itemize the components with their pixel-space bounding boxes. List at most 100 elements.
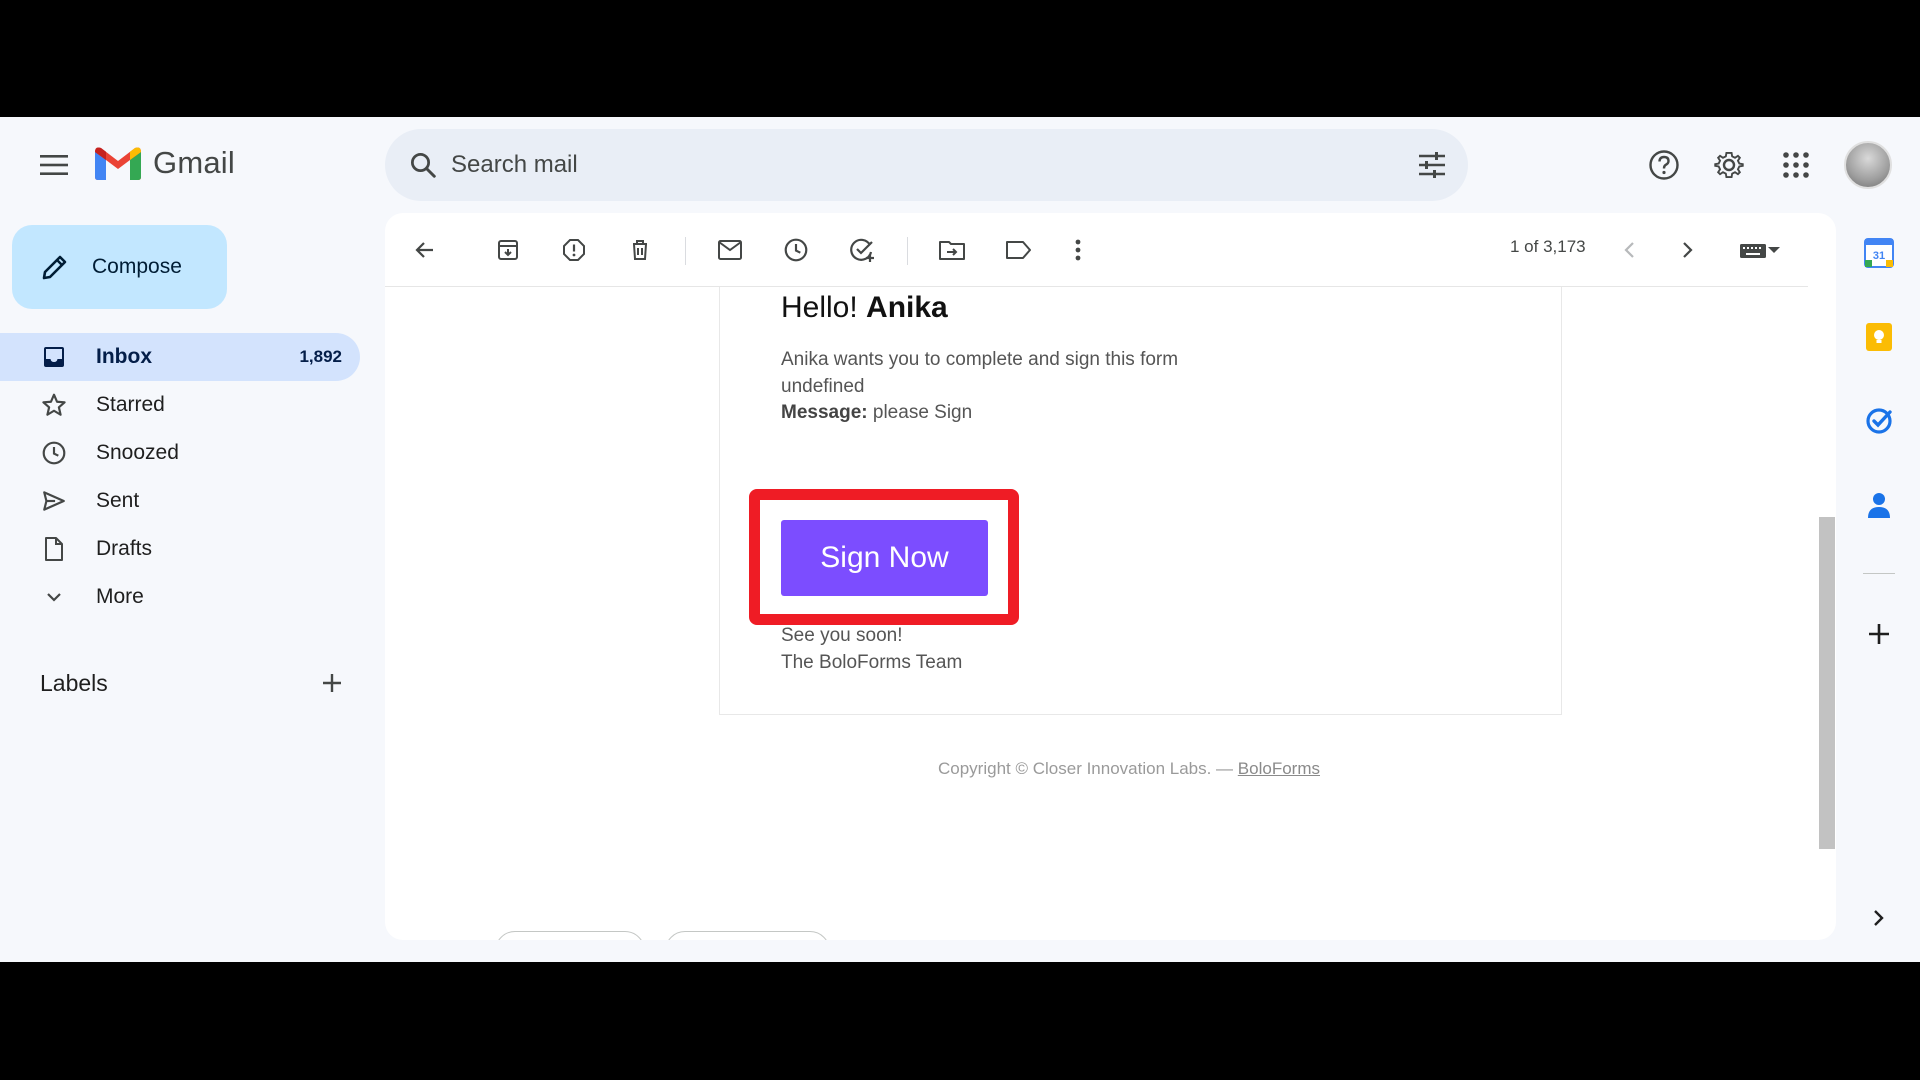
inbox-icon (40, 343, 68, 371)
delete-button[interactable] (618, 228, 662, 272)
google-apps-button[interactable] (1772, 141, 1820, 189)
contacts-icon (1868, 493, 1890, 518)
side-panel-divider (1863, 573, 1895, 574)
calendar-addon[interactable]: 31 (1859, 233, 1899, 273)
toolbar-divider (685, 237, 686, 265)
search-bar[interactable] (385, 129, 1468, 201)
forward-button[interactable] (665, 931, 830, 940)
envelope-icon (718, 240, 742, 260)
plus-icon (323, 674, 341, 692)
keep-addon[interactable] (1859, 317, 1899, 357)
gmail-wordmark: Gmail (153, 145, 235, 180)
add-task-icon (850, 238, 874, 262)
trash-icon (633, 240, 647, 260)
sidebar-item-sent[interactable]: Sent (0, 477, 360, 525)
sidebar-item-more[interactable]: More (0, 573, 360, 621)
gmail-m-icon (95, 147, 141, 180)
snooze-button[interactable] (774, 228, 818, 272)
create-label-button[interactable] (314, 665, 350, 701)
sidebar-nav: Inbox 1,892 Starred Snoozed Sent Drafts … (0, 333, 360, 621)
sidebar-item-inbox[interactable]: Inbox 1,892 (0, 333, 360, 381)
message-pane: 1 of 3,173 Hello! Anika Anika wants you … (385, 213, 1836, 940)
scrollbar-thumb[interactable] (1819, 517, 1835, 849)
label-icon (1006, 241, 1031, 259)
sidebar-item-label: Drafts (96, 537, 153, 560)
chevron-right-icon (1683, 242, 1693, 258)
caret-down-icon (1768, 247, 1780, 253)
spam-icon (563, 239, 585, 261)
search-icon[interactable] (405, 147, 441, 183)
search-options-icon[interactable] (1412, 145, 1452, 185)
sidebar-item-label: Starred (96, 393, 165, 416)
email-message: Message: please Sign (781, 402, 972, 424)
compose-button[interactable]: Compose (12, 225, 227, 309)
more-options-button[interactable] (1056, 228, 1100, 272)
hamburger-menu-icon (40, 155, 68, 175)
chevron-down-icon (40, 583, 68, 611)
labels-title: Labels (40, 669, 108, 696)
email-closing: See you soon! The BoloForms Team (781, 622, 962, 676)
copyright-text: Copyright © Closer Innovation Labs. — (938, 759, 1234, 778)
sidebar-item-label: Sent (96, 489, 140, 512)
labels-button[interactable] (996, 228, 1040, 272)
add-to-tasks-button[interactable] (840, 228, 884, 272)
account-avatar[interactable] (1844, 141, 1892, 189)
top-bar: Gmail (0, 117, 1920, 212)
older-button[interactable] (1666, 228, 1710, 272)
folder-move-icon (939, 241, 965, 260)
sidebar-item-label: Inbox (96, 345, 152, 368)
move-to-button[interactable] (930, 228, 974, 272)
labels-section-header: Labels (40, 665, 350, 701)
closing-line-1: See you soon! (781, 625, 903, 646)
svg-text:31: 31 (1873, 250, 1885, 262)
sign-now-button[interactable]: Sign Now (781, 520, 988, 596)
boloforms-link[interactable]: BoloForms (1238, 759, 1320, 778)
newer-button[interactable] (1607, 228, 1651, 272)
apps-grid-icon (1783, 152, 1809, 178)
email-intro: Anika wants you to complete and sign thi… (781, 349, 1179, 397)
back-button[interactable] (403, 228, 447, 272)
keyboard-icon (1740, 244, 1766, 258)
email-footer-copyright: Copyright © Closer Innovation Labs. — Bo… (938, 759, 1320, 779)
clock-icon (784, 238, 808, 262)
sidebar-item-label: More (96, 585, 144, 608)
report-spam-button[interactable] (552, 228, 596, 272)
gmail-logo[interactable]: Gmail (95, 145, 235, 181)
message-toolbar: 1 of 3,173 (385, 213, 1808, 287)
gmail-app: Gmail Compose (0, 117, 1920, 962)
search-input[interactable] (451, 145, 1351, 185)
message-text: please Sign (872, 402, 973, 423)
message-label: Message: (781, 402, 868, 423)
get-addons-button[interactable] (1859, 614, 1899, 654)
mark-unread-button[interactable] (708, 228, 752, 272)
pencil-icon (42, 255, 67, 280)
archive-button[interactable] (486, 228, 530, 272)
keep-icon (1866, 323, 1892, 351)
settings-button[interactable] (1705, 141, 1753, 189)
chevron-left-icon (1624, 242, 1634, 258)
plus-icon (1869, 624, 1889, 644)
sidebar-item-label: Snoozed (96, 441, 179, 464)
side-panel: 31 (1840, 213, 1920, 940)
input-tools-button[interactable] (1725, 228, 1795, 272)
greeting-text: Hello! (781, 291, 858, 324)
calendar-icon: 31 (1864, 238, 1894, 268)
show-side-panel-button[interactable] (1859, 898, 1899, 938)
draft-icon (40, 535, 68, 563)
inbox-unread-count: 1,892 (299, 347, 342, 366)
help-button[interactable] (1640, 141, 1688, 189)
sidebar-item-drafts[interactable]: Drafts (0, 525, 360, 573)
tasks-icon (1866, 408, 1892, 434)
reply-button[interactable] (495, 931, 645, 940)
main-menu-button[interactable] (30, 141, 78, 189)
contacts-addon[interactable] (1859, 485, 1899, 525)
sidebar-item-snoozed[interactable]: Snoozed (0, 429, 360, 477)
tasks-addon[interactable] (1859, 401, 1899, 441)
chevron-right-icon (1874, 910, 1884, 926)
closing-line-2: The BoloForms Team (781, 652, 963, 673)
sidebar-item-starred[interactable]: Starred (0, 381, 360, 429)
email-greeting: Hello! Anika (781, 291, 948, 325)
toolbar-divider (907, 237, 908, 265)
send-icon (40, 487, 68, 515)
clock-icon (40, 439, 68, 467)
